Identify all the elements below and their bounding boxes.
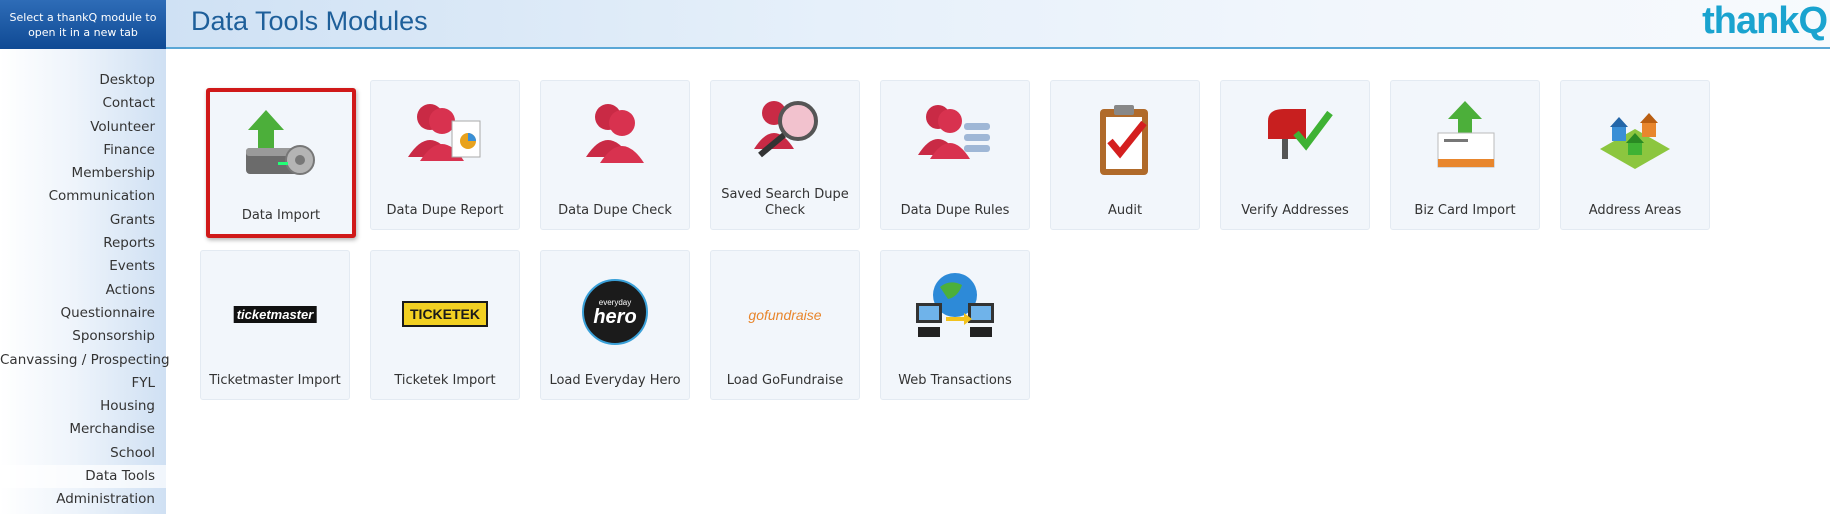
sidebar-item-actions[interactable]: Actions bbox=[0, 279, 166, 302]
tile-label: Data Dupe Report bbox=[386, 203, 504, 218]
data-import-icon bbox=[236, 110, 326, 196]
tile-address-areas[interactable]: Address Areas bbox=[1560, 80, 1710, 230]
tile-label: Audit bbox=[1107, 203, 1143, 218]
sidebar-item-membership[interactable]: Membership bbox=[0, 162, 166, 185]
dupe-report-icon bbox=[400, 99, 490, 185]
everyday-hero-logo: everyday hero bbox=[582, 279, 648, 345]
tile-ticketek-import[interactable]: TICKETEK Ticketek Import bbox=[370, 250, 520, 400]
sidebar: Desktop Contact Volunteer Finance Member… bbox=[0, 49, 170, 514]
tile-label: Ticketmaster Import bbox=[209, 373, 341, 388]
sidebar-item-contact[interactable]: Contact bbox=[0, 92, 166, 115]
tile-data-dupe-report[interactable]: Data Dupe Report bbox=[370, 80, 520, 230]
sidebar-item-canvassing[interactable]: Canvassing / Prospecting bbox=[0, 349, 170, 372]
houses-map-icon bbox=[1590, 99, 1680, 185]
tile-label: Data Dupe Check bbox=[558, 203, 672, 218]
sidebar-item-grants[interactable]: Grants bbox=[0, 209, 166, 232]
sidebar-hint: Select a thankQ module to open it in a n… bbox=[0, 0, 166, 49]
mailbox-icon bbox=[1250, 99, 1340, 185]
dupe-check-icon bbox=[570, 99, 660, 185]
tile-label: Web Transactions bbox=[898, 373, 1012, 388]
tile-ticketmaster-import[interactable]: ticketmaster Ticketmaster Import bbox=[200, 250, 350, 400]
dupe-rules-icon bbox=[910, 99, 1000, 185]
sidebar-item-data-tools[interactable]: Data Tools bbox=[0, 465, 166, 489]
header: Data Tools Modules thankQ bbox=[166, 0, 1830, 49]
tile-label: Load GoFundraise bbox=[726, 373, 844, 388]
tile-saved-search-dupe-check[interactable]: Saved Search Dupe Check bbox=[710, 80, 860, 230]
sidebar-item-finance[interactable]: Finance bbox=[0, 139, 166, 162]
gofundraise-logo: gofundraise bbox=[748, 307, 822, 323]
tile-label: Saved Search Dupe Check bbox=[721, 187, 849, 218]
tile-data-import[interactable]: Data Import bbox=[206, 88, 356, 238]
sidebar-item-administration[interactable]: Administration bbox=[0, 488, 166, 511]
sidebar-item-reports[interactable]: Reports bbox=[0, 232, 166, 255]
sidebar-item-communication[interactable]: Communication bbox=[0, 185, 166, 208]
tile-label: Verify Addresses bbox=[1241, 203, 1349, 218]
tile-label: Load Everyday Hero bbox=[549, 373, 681, 388]
tile-biz-card-import[interactable]: Biz Card Import bbox=[1390, 80, 1540, 230]
ticketek-logo: TICKETEK bbox=[402, 301, 488, 327]
tile-web-transactions[interactable]: Web Transactions bbox=[880, 250, 1030, 400]
tile-verify-addresses[interactable]: Verify Addresses bbox=[1220, 80, 1370, 230]
sidebar-item-merchandise[interactable]: Merchandise bbox=[0, 418, 166, 441]
tile-data-dupe-check[interactable]: Data Dupe Check bbox=[540, 80, 690, 230]
tile-label: Address Areas bbox=[1588, 203, 1682, 218]
tile-label: Data Dupe Rules bbox=[900, 203, 1010, 218]
clipboard-check-icon bbox=[1080, 99, 1170, 185]
tile-load-everyday-hero[interactable]: everyday hero Load Everyday Hero bbox=[540, 250, 690, 400]
sidebar-item-fyl[interactable]: FYL bbox=[0, 372, 166, 395]
tile-load-gofundraise[interactable]: gofundraise Load GoFundraise bbox=[710, 250, 860, 400]
ticketmaster-logo: ticketmaster bbox=[233, 306, 317, 323]
sidebar-item-desktop[interactable]: Desktop bbox=[0, 69, 166, 92]
sidebar-item-housing[interactable]: Housing bbox=[0, 395, 166, 418]
tile-label: Biz Card Import bbox=[1414, 203, 1516, 218]
sidebar-item-sponsorship[interactable]: Sponsorship bbox=[0, 325, 166, 348]
search-dupe-icon bbox=[740, 99, 830, 185]
page-title: Data Tools Modules bbox=[191, 6, 428, 36]
tile-label: Ticketek Import bbox=[394, 373, 496, 388]
sidebar-item-volunteer[interactable]: Volunteer bbox=[0, 116, 166, 139]
tile-audit[interactable]: Audit bbox=[1050, 80, 1200, 230]
sidebar-item-events[interactable]: Events bbox=[0, 255, 166, 278]
tile-label: Data Import bbox=[241, 208, 321, 223]
sidebar-item-questionnaire[interactable]: Questionnaire bbox=[0, 302, 166, 325]
globe-computers-icon bbox=[910, 269, 1000, 355]
thankq-logo: thankQ bbox=[1702, 0, 1828, 42]
sidebar-list: Desktop Contact Volunteer Finance Member… bbox=[0, 69, 170, 512]
biz-card-icon bbox=[1420, 99, 1510, 185]
sidebar-item-school[interactable]: School bbox=[0, 442, 166, 465]
tile-data-dupe-rules[interactable]: Data Dupe Rules bbox=[880, 80, 1030, 230]
